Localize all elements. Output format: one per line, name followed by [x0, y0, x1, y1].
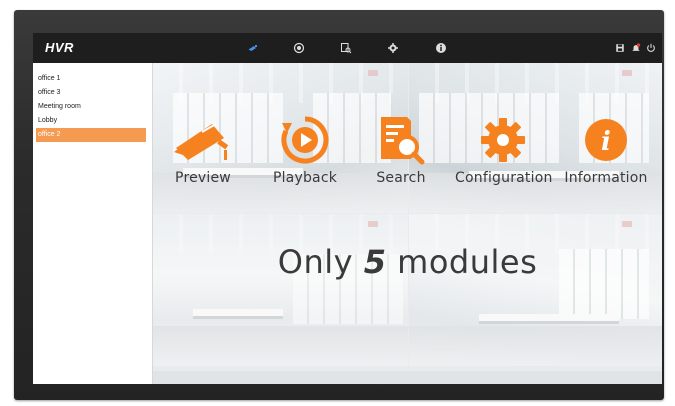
camera-icon[interactable] [246, 41, 260, 55]
module-overlay: Preview Playback Search Configuration i … [153, 63, 662, 384]
tagline-suffix: modules [386, 243, 538, 281]
gear-icon[interactable] [386, 41, 400, 55]
camera-list-sidebar: office 1 office 3 Meeting room Lobby off… [33, 63, 153, 384]
camera-icon [155, 115, 251, 165]
tagline-number: 5 [363, 243, 387, 281]
module-label: Playback [272, 170, 338, 186]
sidebar-item-office-3[interactable]: office 3 [33, 86, 147, 100]
video-toolbar [153, 371, 662, 384]
sidebar-item-office-1[interactable]: office 1 [33, 72, 147, 86]
module-label: Information [564, 170, 648, 186]
sidebar-item-meeting-room[interactable]: Meeting room [33, 100, 147, 114]
search-module[interactable]: Search [353, 115, 449, 186]
tagline-prefix: Only [277, 243, 364, 281]
preview-module[interactable]: Preview [155, 115, 251, 186]
playback-icon[interactable] [292, 41, 306, 55]
playback-icon [257, 115, 353, 165]
top-bar: HVR [33, 33, 662, 63]
configuration-module[interactable]: Configuration [455, 115, 553, 186]
info-icon: i [558, 115, 654, 165]
search-document-icon [353, 115, 449, 165]
sidebar-item-office-2[interactable]: office 2 [36, 128, 146, 142]
power-icon[interactable] [645, 42, 657, 54]
playback-module[interactable]: Playback [257, 115, 353, 186]
floppy-icon[interactable] [614, 42, 626, 54]
module-label: Configuration [455, 170, 553, 186]
information-module[interactable]: i Information [558, 115, 654, 186]
brand-logo: HVR [45, 40, 74, 55]
module-label: Search [376, 170, 426, 186]
gear-icon [455, 115, 551, 165]
info-icon[interactable] [434, 41, 448, 55]
bell-icon[interactable] [630, 42, 642, 54]
tagline: Only 5 modules [153, 243, 662, 281]
module-label: Preview [175, 170, 231, 186]
app-screen: HVR office 1 office 3 Meeting room Lobby… [33, 33, 662, 384]
svg-text:i: i [601, 127, 611, 157]
search-icon[interactable] [339, 41, 353, 55]
camera-list: office 1 office 3 Meeting room Lobby off… [33, 72, 152, 142]
sidebar-item-lobby[interactable]: Lobby [33, 114, 147, 128]
